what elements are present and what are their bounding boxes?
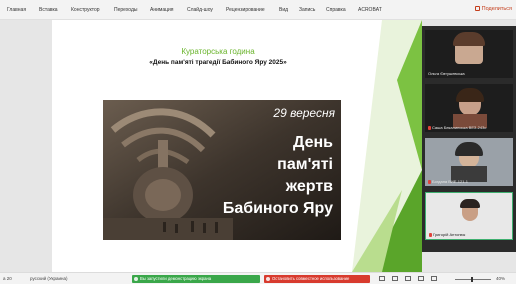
tab-transitions[interactable]: Переходы bbox=[114, 7, 137, 13]
tab-home[interactable]: Главная bbox=[7, 7, 26, 13]
slideshow-icon[interactable] bbox=[431, 276, 437, 281]
mic-off-icon bbox=[428, 180, 431, 184]
share-icon bbox=[474, 6, 480, 11]
caption-line-3: жертв bbox=[285, 178, 333, 195]
mic-off-icon bbox=[429, 233, 432, 237]
participant-name: Саша Бекалинська ВЕЗ-243с bbox=[428, 125, 486, 130]
tab-animations[interactable]: Анимация bbox=[150, 7, 173, 13]
caption-line-2: пам'яті bbox=[277, 156, 333, 173]
slide-sorter-icon[interactable] bbox=[405, 276, 411, 281]
date-text: 29 вересня bbox=[273, 106, 335, 120]
participant-hair bbox=[456, 88, 484, 102]
normal-view-icon[interactable] bbox=[392, 276, 398, 281]
participant-name: Ольга Євтушевська bbox=[428, 71, 465, 76]
stop-icon bbox=[266, 277, 270, 281]
participant-hair bbox=[455, 142, 483, 156]
memorial-image: 29 вересня День пам'яті жертв Бабиного Я… bbox=[103, 100, 341, 240]
notes-icon[interactable] bbox=[379, 276, 385, 281]
language-indicator[interactable]: русский (Украина) bbox=[30, 276, 68, 281]
status-bar: а 20 русский (Украина) Вы запустили демо… bbox=[0, 272, 516, 284]
slide-counter: а 20 bbox=[3, 276, 12, 281]
stop-sharing-button[interactable]: Остановить совместное использование bbox=[264, 275, 370, 283]
tab-review[interactable]: Рецензирование bbox=[226, 7, 265, 13]
tab-help[interactable]: Справка bbox=[326, 7, 346, 13]
participant-tile-active[interactable]: Григорій Антонюк bbox=[425, 192, 513, 240]
participant-tile[interactable]: Саша Бекалинська ВЕЗ-243с bbox=[425, 84, 513, 132]
zoom-slider-handle[interactable] bbox=[471, 277, 473, 282]
slide-subtitle: «День пам'яті трагедії Бабиного Яру 2025… bbox=[149, 59, 287, 66]
participant-name: Богдана ВИЕ-121-1 bbox=[428, 179, 468, 184]
participant-hair bbox=[453, 32, 485, 46]
reading-view-icon[interactable] bbox=[418, 276, 424, 281]
tab-record[interactable]: Запись bbox=[299, 7, 315, 13]
participant-tile[interactable]: Ольга Євтушевська bbox=[425, 30, 513, 78]
zoom-slider[interactable] bbox=[455, 279, 491, 280]
tab-design[interactable]: Конструктор bbox=[71, 7, 100, 13]
tab-insert[interactable]: Вставка bbox=[39, 7, 58, 13]
slide-canvas[interactable]: Кураторська година «День пам'яті трагеді… bbox=[52, 20, 422, 272]
video-participants-panel: Ольга Євтушевська Саша Бекалинська ВЕЗ-2… bbox=[422, 26, 516, 252]
ribbon-tabs: Главная Вставка Конструктор Переходы Ани… bbox=[0, 0, 516, 20]
tab-slideshow[interactable]: Слайд-шоу bbox=[187, 7, 213, 13]
mic-off-icon bbox=[428, 126, 431, 130]
tab-view[interactable]: Вид bbox=[279, 7, 288, 13]
share-button[interactable]: Поделиться bbox=[474, 6, 512, 12]
tab-acrobat[interactable]: ACROBAT bbox=[358, 7, 382, 13]
screen-share-indicator: Вы запустили демонстрацию экрана bbox=[132, 275, 260, 283]
slide-title: Кураторська година bbox=[181, 47, 255, 56]
participant-hair bbox=[460, 199, 480, 208]
powerpoint-window: Главная Вставка Конструктор Переходы Ани… bbox=[0, 0, 516, 284]
caption-line-1: День bbox=[293, 134, 333, 151]
share-screen-icon bbox=[134, 277, 138, 281]
share-label: Поделиться bbox=[481, 6, 512, 12]
participant-name: Григорій Антонюк bbox=[429, 232, 465, 237]
participant-tile[interactable]: Богдана ВИЕ-121-1 bbox=[425, 138, 513, 186]
zoom-level[interactable]: 40% bbox=[496, 276, 505, 281]
caption-line-4: Бабиного Яру bbox=[222, 200, 333, 217]
